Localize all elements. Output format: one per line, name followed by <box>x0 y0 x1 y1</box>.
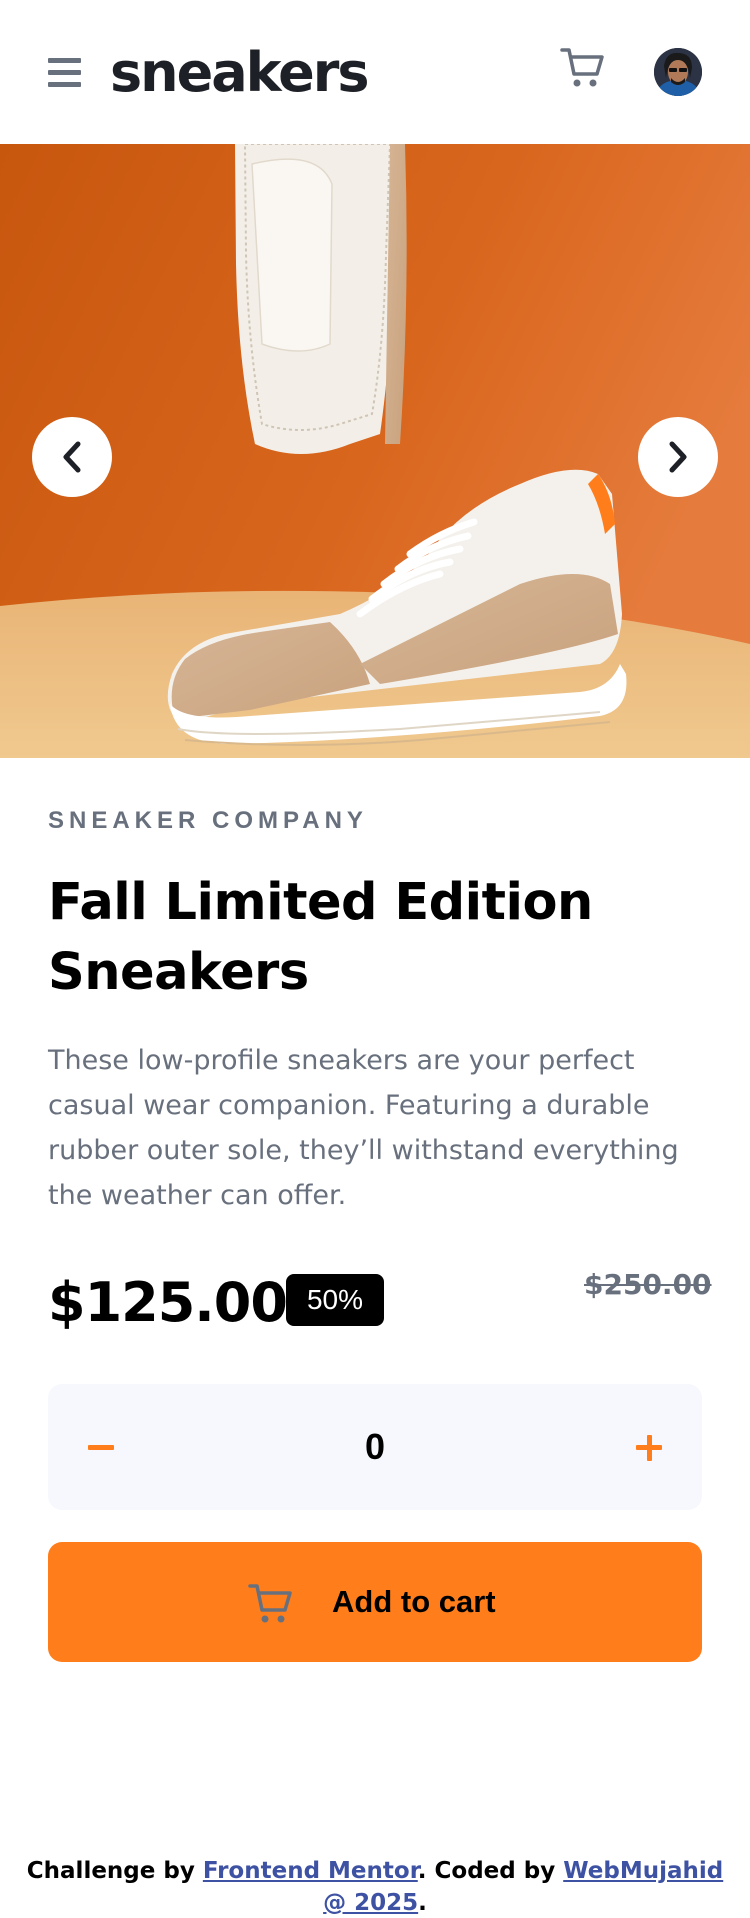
product-gallery <box>0 144 750 758</box>
chevron-right-icon <box>669 441 687 473</box>
company-name: SNEAKER COMPANY <box>48 807 368 834</box>
current-price: $125.00 <box>48 1271 288 1334</box>
product-description: These low-profile sneakers are your perf… <box>48 1045 679 1211</box>
quantity-value: 0 <box>364 1426 386 1467</box>
previous-image-button[interactable] <box>32 417 112 497</box>
cart-icon[interactable] <box>560 46 606 90</box>
footer-text-middle: . Coded by <box>417 1858 564 1884</box>
user-avatar[interactable] <box>654 48 702 96</box>
chevron-left-icon <box>63 441 81 473</box>
logo[interactable]: sneakers <box>110 38 370 108</box>
plus-icon[interactable] <box>608 1408 688 1486</box>
quantity-stepper: 0 <box>48 1384 702 1510</box>
hamburger-menu-icon[interactable] <box>48 58 81 88</box>
next-image-button[interactable] <box>638 417 718 497</box>
site-header: sneakers <box>0 0 750 144</box>
frontend-mentor-link[interactable]: Frontend Mentor <box>203 1858 418 1884</box>
original-price: $250.00 <box>584 1268 712 1301</box>
add-to-cart-button[interactable]: Add to cart <box>48 1542 702 1662</box>
product-title: Fall Limited Edition Sneakers <box>48 873 593 1002</box>
cart-icon <box>248 1584 292 1623</box>
discount-badge: 50% <box>286 1274 384 1326</box>
minus-icon[interactable] <box>64 1408 144 1486</box>
footer-text-prefix: Challenge by <box>26 1858 203 1884</box>
footer-text-suffix: . <box>418 1890 427 1916</box>
add-to-cart-label: Add to cart <box>332 1584 496 1619</box>
attribution-footer: Challenge by Frontend Mentor. Coded by W… <box>20 1855 730 1918</box>
